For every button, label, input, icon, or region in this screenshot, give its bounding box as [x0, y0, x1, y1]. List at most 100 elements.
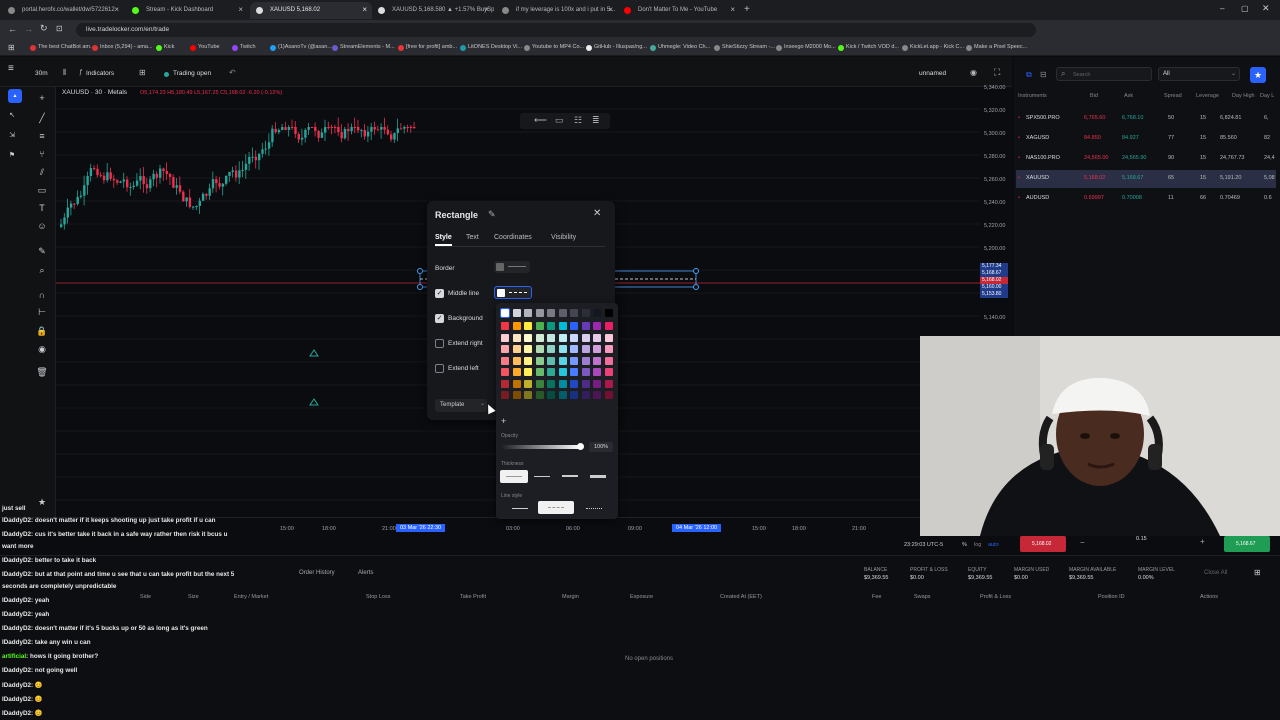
measure-icon[interactable]: ⇲: [6, 130, 18, 142]
watchlist-row[interactable]: ▪ NAS100.PRO 24,565.00 24,565.90 90 15 24,767.…: [1016, 150, 1276, 168]
bookmark-item[interactable]: KickLet.app - Kick C...: [902, 44, 964, 51]
color-swatch[interactable]: [547, 345, 555, 353]
color-swatch[interactable]: [558, 322, 567, 330]
color-swatch[interactable]: [581, 333, 590, 342]
tab-alerts[interactable]: Alerts: [358, 570, 373, 576]
color-swatch[interactable]: [547, 309, 555, 317]
color-swatch[interactable]: [558, 309, 567, 317]
eye-icon[interactable]: ◉: [36, 343, 48, 355]
tab-close-icon[interactable]: ×: [484, 5, 489, 14]
rectangle-icon[interactable]: ▭: [555, 115, 564, 126]
bookmark-item[interactable]: Inseego M2000 Mo...: [776, 44, 836, 51]
color-swatch[interactable]: [558, 368, 567, 376]
lots-value[interactable]: 0.15: [1136, 536, 1147, 542]
color-swatch[interactable]: [524, 368, 532, 376]
color-swatch[interactable]: [570, 333, 578, 342]
text-tool-icon[interactable]: T: [36, 202, 48, 214]
maximize-icon[interactable]: ▢: [1241, 4, 1249, 13]
bookmark-item[interactable]: [free for profit] amb...: [398, 44, 457, 51]
color-swatch[interactable]: [570, 391, 578, 399]
bookmark-item[interactable]: Kick / Twitch VOD d...: [838, 44, 899, 51]
browser-tab[interactable]: XAUUSD 5,168.02 ×: [250, 2, 372, 19]
tab-close-icon[interactable]: ×: [114, 5, 119, 14]
middle-line-color-button[interactable]: [494, 286, 532, 299]
color-swatch[interactable]: [524, 333, 532, 342]
layout-name[interactable]: unnamed: [919, 70, 946, 77]
watchlist-row[interactable]: ▪ XAUUSD 5,168.02 5,168.67 65 15 5,191.20 5,08: [1016, 170, 1276, 188]
timeframe-select[interactable]: 30m: [35, 70, 48, 77]
dialog-tab[interactable]: Text: [466, 234, 479, 241]
line-style-solid[interactable]: [512, 508, 528, 509]
color-swatch[interactable]: [500, 308, 510, 318]
color-swatch[interactable]: [501, 356, 509, 365]
color-swatch[interactable]: [593, 368, 601, 376]
color-swatch[interactable]: [570, 379, 578, 388]
color-swatch[interactable]: [535, 333, 544, 342]
border-color-button[interactable]: [494, 261, 530, 273]
thickness-2[interactable]: [534, 476, 550, 477]
template-button[interactable]: Template ⌄: [435, 399, 487, 412]
color-swatch[interactable]: [593, 379, 601, 388]
color-swatch[interactable]: [512, 368, 521, 376]
bookmark-item[interactable]: Youtube to MP4 Co...: [524, 44, 584, 51]
color-swatch[interactable]: [581, 379, 590, 388]
color-swatch[interactable]: [558, 379, 567, 388]
close-icon[interactable]: ✕: [593, 208, 601, 219]
color-swatch[interactable]: [570, 368, 578, 376]
channel-icon[interactable]: ⫽: [36, 166, 48, 178]
color-swatch[interactable]: [524, 391, 532, 399]
cursor-icon[interactable]: ↖: [6, 110, 18, 122]
more-icon[interactable]: ≣: [592, 115, 600, 126]
chart-type-icon[interactable]: ⫴: [63, 68, 66, 78]
color-swatch[interactable]: [593, 322, 601, 330]
browser-tab[interactable]: Stream - Kick Dashboard ×: [126, 2, 248, 19]
zoom-icon[interactable]: ⌕: [36, 264, 48, 276]
color-swatch[interactable]: [501, 368, 509, 376]
color-swatch[interactable]: [558, 391, 567, 399]
magnet-icon[interactable]: ∩: [36, 289, 48, 301]
color-swatch[interactable]: [501, 391, 509, 399]
color-swatch[interactable]: [604, 391, 613, 399]
horizontal-line-icon[interactable]: ≡: [36, 130, 48, 142]
filter-select[interactable]: All ⌄: [1158, 67, 1240, 81]
color-swatch[interactable]: [593, 356, 601, 365]
color-swatch[interactable]: [512, 391, 521, 399]
undo-icon[interactable]: ↶: [229, 68, 236, 77]
alert-icon[interactable]: ⚑: [6, 150, 18, 162]
bookmark-item[interactable]: Inbox (5,294) - ama...: [92, 44, 153, 51]
color-swatch[interactable]: [512, 309, 521, 317]
tab-order-history[interactable]: Order History: [299, 570, 335, 576]
color-swatch[interactable]: [581, 322, 590, 330]
bookmark-item[interactable]: Make a Pixel Speec...: [966, 44, 1027, 51]
minus-icon[interactable]: −: [1080, 538, 1085, 547]
rectangle-tool-icon[interactable]: ▭: [36, 184, 48, 196]
color-swatch[interactable]: [604, 345, 613, 353]
arrow-left-icon[interactable]: ⟵: [534, 115, 547, 126]
color-swatch[interactable]: [581, 345, 590, 353]
url-input[interactable]: live.tradelocker.com/en/trade: [76, 23, 1036, 37]
camera-icon[interactable]: ◉: [970, 68, 977, 77]
site-info-icon[interactable]: ⊡: [56, 24, 63, 33]
color-swatch[interactable]: [524, 309, 532, 317]
color-swatch[interactable]: [558, 333, 567, 342]
color-swatch[interactable]: [535, 309, 544, 317]
color-swatch[interactable]: [524, 356, 532, 365]
color-swatch[interactable]: [512, 322, 521, 330]
color-swatch[interactable]: [593, 309, 601, 317]
line-style-dotted[interactable]: [586, 508, 602, 509]
opacity-value[interactable]: 100%: [589, 442, 613, 452]
color-swatch[interactable]: [581, 356, 590, 365]
emoji-icon[interactable]: ☺: [36, 220, 48, 232]
color-swatch[interactable]: [512, 356, 521, 365]
color-swatch[interactable]: [581, 391, 590, 399]
color-swatch[interactable]: [547, 379, 555, 388]
dialog-tab[interactable]: Visibility: [551, 234, 576, 241]
fork-icon[interactable]: ⑂: [36, 148, 48, 160]
browser-tab[interactable]: XAUUSD 5,168.580 ▲ +1.57% BuySp... ×: [372, 2, 494, 19]
line-style-dashed[interactable]: [538, 501, 574, 514]
tab-close-icon[interactable]: ×: [362, 5, 367, 14]
close-window-icon[interactable]: ✕: [1262, 3, 1270, 14]
minimize-icon[interactable]: –: [1220, 4, 1224, 13]
star-icon[interactable]: ★: [1250, 67, 1266, 83]
crosshair-icon[interactable]: +: [36, 92, 48, 104]
